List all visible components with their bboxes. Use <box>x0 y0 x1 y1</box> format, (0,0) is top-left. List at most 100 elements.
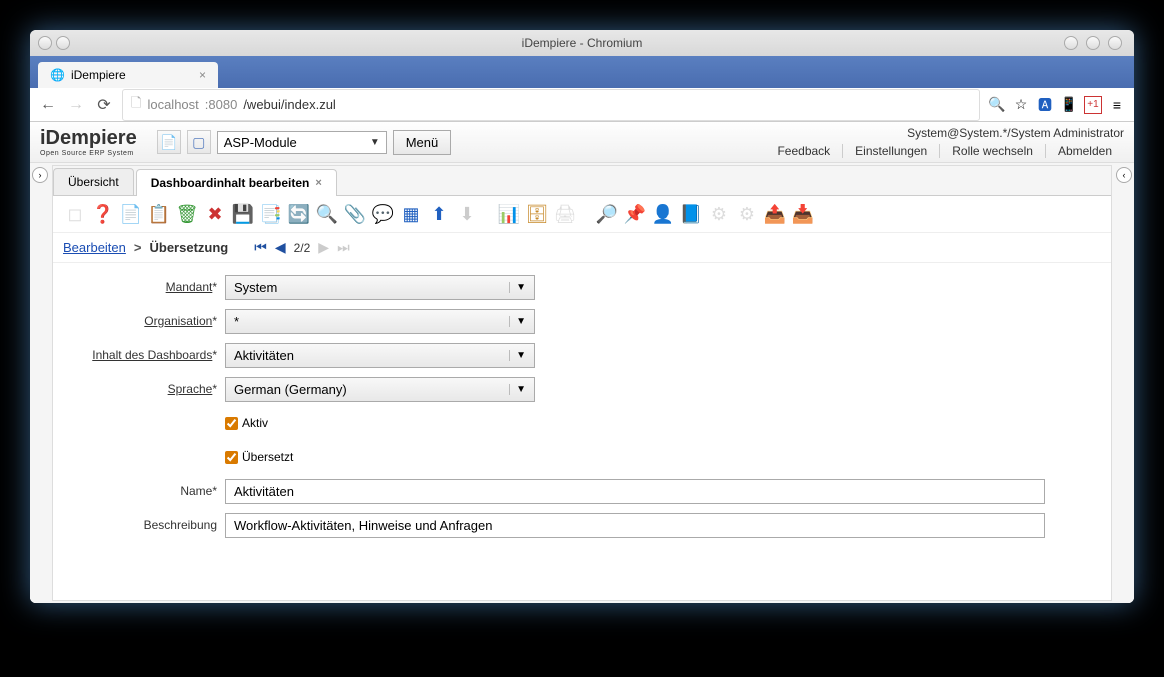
window-menu-icon[interactable] <box>56 36 70 50</box>
customize-icon[interactable]: ⚙ <box>735 202 759 226</box>
import-icon[interactable]: 📥 <box>791 202 815 226</box>
next-record-icon[interactable]: ▶ <box>318 239 329 256</box>
titlebar: iDempiere - Chromium <box>30 30 1134 56</box>
browser-tab[interactable]: 🌐 iDempiere × <box>38 62 218 88</box>
ext-icon[interactable]: 📱 <box>1060 96 1078 114</box>
browser-tab-title: iDempiere <box>71 68 126 82</box>
help-icon[interactable]: ❓ <box>91 202 115 226</box>
translate-ext-icon[interactable]: 🅰 <box>1036 96 1054 114</box>
blank-icon: ◻ <box>63 202 87 226</box>
checkbox-uebersetzt-input[interactable] <box>225 451 238 464</box>
delete-icon[interactable]: 🗑 <box>175 202 199 226</box>
label-organisation: Organisation* <box>65 314 225 328</box>
logout-link[interactable]: Abmelden <box>1046 144 1124 158</box>
first-record-icon[interactable]: ⏮ <box>254 239 267 256</box>
right-side-toggle: ‹ <box>1114 163 1134 603</box>
combo-organisation-value: * <box>234 314 239 329</box>
close-window-button[interactable] <box>1108 36 1122 50</box>
global-search-combo[interactable]: ASP-Module ▼ <box>217 131 387 154</box>
chat-icon[interactable]: 💬 <box>371 202 395 226</box>
tab-edit-dashboard[interactable]: Dashboardinhalt bearbeiten × <box>136 169 337 196</box>
last-record-icon[interactable]: ⏭ <box>337 239 350 256</box>
checkbox-aktiv[interactable]: Aktiv <box>225 416 268 430</box>
url-path: /webui/index.zul <box>243 97 336 112</box>
pager-position: 2/2 <box>294 241 311 255</box>
menu-icon[interactable]: ≡ <box>1108 96 1126 114</box>
checkbox-aktiv-label: Aktiv <box>242 416 268 430</box>
settings-link[interactable]: Einstellungen <box>843 144 940 158</box>
request-icon[interactable]: 👤 <box>651 202 675 226</box>
attachment-icon[interactable]: 📎 <box>343 202 367 226</box>
grid-toggle-icon[interactable]: ▦ <box>399 202 423 226</box>
logo: iDempiere Open Source ERP System <box>40 127 137 157</box>
breadcrumb-separator: > <box>134 240 142 255</box>
user-info: System@System.*/System Administrator <box>765 126 1124 140</box>
tab-overview[interactable]: Übersicht <box>53 168 134 195</box>
print-icon[interactable]: 🖨 <box>553 202 577 226</box>
gplus-ext-icon[interactable]: +1 <box>1084 96 1102 114</box>
maximize-button[interactable] <box>1086 36 1100 50</box>
address-bar: ← → ⟳ 🗋 localhost:8080/webui/index.zul 🔍… <box>30 88 1134 122</box>
save-icon[interactable]: 💾 <box>231 202 255 226</box>
combo-organisation[interactable]: * ▼ <box>225 309 535 334</box>
new-record-icon[interactable]: 📄 <box>157 130 181 154</box>
new-icon[interactable]: 📄 <box>119 202 143 226</box>
toolbar: ◻ ❓ 📄 📋 🗑 ✖ 💾 📑 🔄 🔍 📎 💬 ▦ ⬆ ⬇ <box>53 196 1111 233</box>
zoom-icon[interactable]: 🔍 <box>988 96 1006 114</box>
delete-selection-icon[interactable]: ✖ <box>203 202 227 226</box>
bookmark-icon[interactable]: ☆ <box>1012 96 1030 114</box>
checkbox-uebersetzt[interactable]: Übersetzt <box>225 450 293 464</box>
save-create-icon[interactable]: 📑 <box>259 202 283 226</box>
export-icon[interactable]: 📤 <box>763 202 787 226</box>
parent-record-icon[interactable]: ⬆ <box>427 202 451 226</box>
report-icon[interactable]: 📊 <box>497 202 521 226</box>
page-icon: 🗋 <box>131 94 141 116</box>
browser-tabstrip: 🌐 iDempiere × <box>30 56 1134 88</box>
process-icon[interactable]: ⚙ <box>707 202 731 226</box>
minimize-button[interactable] <box>1064 36 1078 50</box>
label-dashboard-content: Inhalt des Dashboards* <box>65 348 225 362</box>
left-side-toggle: › <box>30 163 50 603</box>
favicon-icon: 🌐 <box>50 68 65 82</box>
prev-record-icon[interactable]: ◀ <box>275 239 286 256</box>
chevron-down-icon: ▼ <box>509 316 526 327</box>
checkbox-uebersetzt-label: Übersetzt <box>242 450 293 464</box>
logo-text: iDempiere <box>40 127 137 149</box>
combo-mandant[interactable]: System ▼ <box>225 275 535 300</box>
combo-sprache[interactable]: German (Germany) ▼ <box>225 377 535 402</box>
zoom-across-icon[interactable]: 🔎 <box>595 202 619 226</box>
label-beschreibung: Beschreibung <box>65 518 225 532</box>
breadcrumb-current: Übersetzung <box>149 240 228 255</box>
chevron-down-icon: ▼ <box>509 282 526 293</box>
expand-left-icon[interactable]: › <box>32 167 48 183</box>
active-workflow-icon[interactable]: 📌 <box>623 202 647 226</box>
main-panel: Übersicht Dashboardinhalt bearbeiten × ◻… <box>52 165 1112 601</box>
chevron-down-icon: ▼ <box>370 137 380 148</box>
close-tab-icon[interactable]: × <box>315 177 321 189</box>
window-tabs: Übersicht Dashboardinhalt bearbeiten × <box>53 166 1111 196</box>
refresh-icon[interactable]: 🔄 <box>287 202 311 226</box>
copy-icon[interactable]: 📋 <box>147 202 171 226</box>
input-name[interactable] <box>225 479 1045 504</box>
product-info-icon[interactable]: 📘 <box>679 202 703 226</box>
change-role-link[interactable]: Rolle wechseln <box>940 144 1046 158</box>
combo-sprache-value: German (Germany) <box>234 382 347 397</box>
back-button[interactable]: ← <box>38 95 58 115</box>
checkbox-aktiv-input[interactable] <box>225 417 238 430</box>
breadcrumb-edit-link[interactable]: Bearbeiten <box>63 240 126 255</box>
detail-record-icon[interactable]: ⬇ <box>455 202 479 226</box>
chromium-window: iDempiere - Chromium 🌐 iDempiere × ← → ⟳… <box>30 30 1134 603</box>
menu-button[interactable]: Menü <box>393 130 452 155</box>
forward-button[interactable]: → <box>66 95 86 115</box>
input-beschreibung[interactable] <box>225 513 1045 538</box>
archive-icon[interactable]: 🗄 <box>525 202 549 226</box>
close-tab-icon[interactable]: × <box>199 68 206 82</box>
combo-dashboard-content[interactable]: Aktivitäten ▼ <box>225 343 535 368</box>
find-icon[interactable]: 🔍 <box>315 202 339 226</box>
url-input[interactable]: 🗋 localhost:8080/webui/index.zul <box>122 89 980 121</box>
feedback-link[interactable]: Feedback <box>765 144 843 158</box>
open-window-icon[interactable]: ▢ <box>187 130 211 154</box>
expand-right-icon[interactable]: ‹ <box>1116 167 1132 183</box>
reload-button[interactable]: ⟳ <box>94 95 114 115</box>
chevron-down-icon: ▼ <box>509 384 526 395</box>
